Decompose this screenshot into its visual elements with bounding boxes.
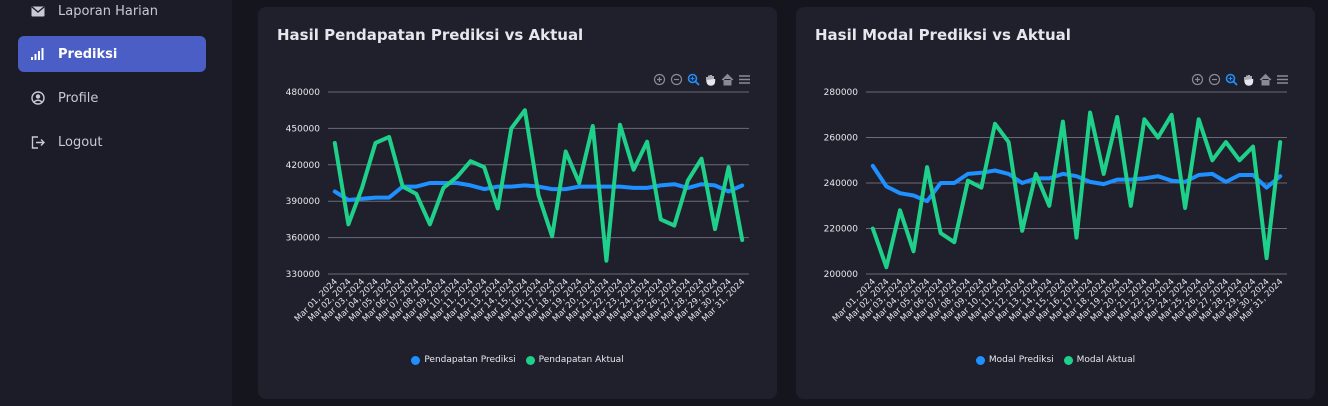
sidebar-item-profile[interactable]: Profile — [18, 80, 206, 116]
main-content: Hasil Pendapatan Prediksi vs Aktual 4800… — [232, 0, 1328, 406]
y-tick-label: 330000 — [286, 270, 321, 280]
sidebar-item-label: Prediksi — [58, 46, 118, 62]
y-tick-label: 200000 — [824, 270, 859, 280]
legend-label: Modal Prediksi — [988, 355, 1054, 365]
legend-label: Modal Aktual — [1076, 355, 1136, 365]
y-tick-label: 280000 — [824, 88, 859, 98]
sidebar-item-logout[interactable]: Logout — [18, 124, 206, 160]
y-tick-label: 240000 — [824, 179, 859, 189]
modal-chart-card: Hasil Modal Prediksi vs Aktual 280000 260… — [796, 7, 1315, 399]
legend-item[interactable]: Modal Prediksi — [975, 355, 1054, 365]
legend-item[interactable]: Pendapatan Prediksi — [411, 355, 516, 365]
legend-item[interactable]: Modal Aktual — [1063, 355, 1136, 365]
legend-item[interactable]: Pendapatan Aktual — [525, 355, 624, 365]
y-tick-label: 260000 — [824, 134, 859, 144]
sidebar-item-label: Laporan Harian — [58, 3, 159, 19]
y-tick-label: 480000 — [286, 88, 321, 98]
sidebar: Laporan Harian Prediksi Profile Logout — [0, 0, 232, 406]
modal-chart: 280000260000240000220000200000Mar 01, 20… — [824, 88, 1287, 324]
bar-chart-icon — [30, 46, 46, 62]
y-tick-label: 360000 — [286, 234, 321, 244]
sidebar-item-label: Profile — [58, 90, 99, 106]
legend-marker — [525, 355, 535, 365]
sidebar-item-laporan-harian[interactable]: Laporan Harian — [18, 0, 206, 29]
envelope-icon — [30, 3, 46, 19]
legend-label: Pendapatan Prediksi — [424, 355, 516, 365]
y-tick-label: 390000 — [286, 197, 321, 207]
legend-marker — [975, 355, 985, 365]
y-tick-label: 420000 — [286, 161, 321, 171]
sidebar-item-label: Logout — [58, 134, 103, 150]
legend-marker — [411, 355, 421, 365]
chart-legend: Modal Prediksi Modal Aktual — [796, 355, 1315, 365]
legend-marker — [1063, 355, 1073, 365]
pendapatan-chart: 480000450000420000390000360000330000Mar … — [286, 88, 749, 324]
user-circle-icon — [30, 90, 46, 106]
legend-label: Pendapatan Aktual — [538, 355, 624, 365]
sidebar-item-prediksi[interactable]: Prediksi — [18, 36, 206, 72]
logout-icon — [30, 134, 46, 150]
chart-legend: Pendapatan Prediksi Pendapatan Aktual — [258, 355, 777, 365]
y-tick-label: 220000 — [824, 225, 859, 235]
y-tick-label: 450000 — [286, 124, 321, 134]
pendapatan-chart-card: Hasil Pendapatan Prediksi vs Aktual 4800… — [258, 7, 777, 399]
